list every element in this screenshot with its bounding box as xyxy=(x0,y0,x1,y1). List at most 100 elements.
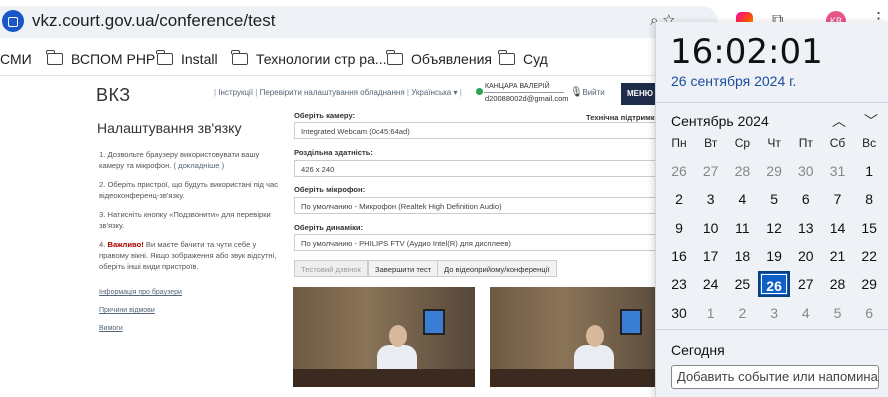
calendar-day[interactable]: 12 xyxy=(758,215,790,241)
link-refusal-reasons[interactable]: Причини відмови xyxy=(99,307,182,314)
calendar-day[interactable]: 14 xyxy=(822,215,854,241)
divider xyxy=(484,92,564,93)
calendar-day[interactable]: 5 xyxy=(822,300,854,326)
step-1: 1. Дозвольте браузеру використовувати ва… xyxy=(99,150,260,170)
top-nav: | Інструкції | Перевірити налаштування о… xyxy=(214,88,462,97)
calendar-day[interactable]: 15 xyxy=(853,215,885,241)
url-text[interactable]: vkz.court.gov.ua/conference/test xyxy=(32,11,275,31)
bookmark-0[interactable]: СМИ xyxy=(0,51,32,67)
weekday-label: Ср xyxy=(734,136,751,150)
calendar-day[interactable]: 9 xyxy=(663,215,695,241)
calendar-day[interactable]: 21 xyxy=(822,243,854,269)
calendar-day[interactable]: 3 xyxy=(695,186,727,212)
bookmark-3[interactable]: Технологии стр ра... xyxy=(231,50,387,67)
divider xyxy=(656,329,888,330)
calendar-day[interactable]: 4 xyxy=(790,300,822,326)
microphone-select[interactable]: По умолчанию - Микрофон (Realtek High De… xyxy=(294,197,662,214)
calendar-flyout: 16:02:01 26 сентября 2024 г. Сентябрь 20… xyxy=(655,22,888,397)
calendar-day[interactable]: 17 xyxy=(695,243,727,269)
calendar-day[interactable]: 7 xyxy=(822,186,854,212)
logout-wrap: | Вийти xyxy=(578,88,605,97)
resolution-label: Роздільна здатність: xyxy=(294,148,373,157)
add-event-input[interactable]: Добавить событие или напоминание xyxy=(671,365,879,389)
link-requirements[interactable]: Вимоги xyxy=(99,325,182,332)
calendar-day[interactable]: 30 xyxy=(663,300,695,326)
calendar-day[interactable]: 29 xyxy=(853,271,885,297)
instructions-list: 1. Дозвольте браузеру використовувати ва… xyxy=(99,149,279,280)
calendar-day[interactable]: 2 xyxy=(663,186,695,212)
calendar-day[interactable]: 24 xyxy=(695,271,727,297)
calendar-day[interactable]: 1 xyxy=(853,158,885,184)
weekday-label: Вс xyxy=(862,136,877,150)
calendar-day[interactable]: 8 xyxy=(853,186,885,212)
calendar-day[interactable]: 27 xyxy=(695,158,727,184)
calendar-day[interactable]: 5 xyxy=(758,186,790,212)
calendar-day[interactable]: 3 xyxy=(758,300,790,326)
bookmark-2[interactable]: Install xyxy=(156,50,218,67)
calendar-day[interactable]: 18 xyxy=(726,243,758,269)
date-long[interactable]: 26 сентября 2024 г. xyxy=(671,73,796,89)
calendar-day[interactable]: 26 xyxy=(663,158,695,184)
site-logo[interactable]: ВКЗ xyxy=(96,85,131,106)
local-video xyxy=(293,287,475,387)
bookmark-4[interactable]: Объявления xyxy=(386,50,492,67)
menu-button[interactable]: МЕНЮ xyxy=(621,83,659,105)
resolution-select[interactable]: 426 x 240 xyxy=(294,160,662,177)
calendar-day[interactable]: 6 xyxy=(853,300,885,326)
step-4: 4. Важливо! Ви маєте бачити та чути себе… xyxy=(99,240,277,271)
step-3: 3. Натисніть кнопку «Подзвонити» для пер… xyxy=(99,210,271,230)
calendar-day[interactable]: 29 xyxy=(758,158,790,184)
bookmark-1[interactable]: ВСПОМ PHP xyxy=(46,50,155,67)
calendar-day[interactable]: 27 xyxy=(790,271,822,297)
calendar-day[interactable]: 13 xyxy=(790,215,822,241)
to-reception-button[interactable]: До відеоприйому/конференції xyxy=(437,260,557,277)
user-name: КАНЦАРА ВАЛЕРІЙ xyxy=(485,83,550,90)
calendar-day[interactable]: 30 xyxy=(790,158,822,184)
calendar-day[interactable]: 1 xyxy=(695,300,727,326)
more-link[interactable]: докладніше xyxy=(178,161,219,170)
calendar-day[interactable]: 28 xyxy=(822,271,854,297)
test-call-button[interactable]: Тестовий дзвінок xyxy=(294,260,368,277)
folder-icon xyxy=(386,50,403,65)
calendar-day[interactable]: 31 xyxy=(822,158,854,184)
weekday-label: Чт xyxy=(767,136,781,150)
folder-icon xyxy=(231,50,248,65)
site-info-icon[interactable] xyxy=(2,10,24,32)
step-2: 2. Оберіть пристрої, що будуть використа… xyxy=(99,180,279,200)
today-title: Сегодня xyxy=(671,342,725,358)
calendar-day[interactable]: 25 xyxy=(726,271,758,297)
calendar-day[interactable]: 22 xyxy=(853,243,885,269)
calendar-day[interactable]: 19 xyxy=(758,243,790,269)
calendar-day[interactable]: 10 xyxy=(695,215,727,241)
month-label[interactable]: Сентябрь 2024 xyxy=(671,113,769,129)
logout-link[interactable]: Вийти xyxy=(582,88,604,97)
speakers-select[interactable]: По умолчанию - PHILIPS FTV (Аудио Intel(… xyxy=(294,234,662,251)
chevron-down-icon[interactable]: ﹀ xyxy=(864,111,878,131)
clock-time: 16:02:01 xyxy=(670,32,823,72)
folder-icon xyxy=(156,50,173,65)
link-browser-info[interactable]: Інформація про браузери xyxy=(99,289,182,296)
calendar-day[interactable]: 6 xyxy=(790,186,822,212)
end-test-button[interactable]: Завершити тест xyxy=(368,260,439,277)
calendar-day[interactable]: 20 xyxy=(790,243,822,269)
calendar-day[interactable]: 23 xyxy=(663,271,695,297)
bookmark-5[interactable]: Суд xyxy=(498,50,548,67)
remote-video xyxy=(490,287,672,387)
page-title: Налаштування зв'язку xyxy=(97,120,242,136)
calendar-day[interactable]: 16 xyxy=(663,243,695,269)
tech-support-link[interactable]: Технічна підтримк xyxy=(586,113,655,122)
camera-select[interactable]: Integrated Webcam (0c45:64ad) xyxy=(294,122,662,139)
nav-instructions[interactable]: Інструкції xyxy=(218,88,253,97)
side-links: Інформація про браузери Причини відмови … xyxy=(99,289,182,343)
calendar-day[interactable]: 28 xyxy=(726,158,758,184)
nav-check-equipment[interactable]: Перевірити налаштування обладнання xyxy=(260,88,405,97)
weekday-label: Вт xyxy=(704,136,718,150)
calendar-day[interactable]: 26 xyxy=(758,271,791,298)
calendar-day[interactable]: 2 xyxy=(726,300,758,326)
folder-icon xyxy=(46,50,63,65)
nav-language[interactable]: Українська xyxy=(411,88,451,97)
calendar-day[interactable]: 4 xyxy=(726,186,758,212)
chevron-up-icon[interactable]: ︿ xyxy=(832,111,846,131)
calendar-day[interactable]: 11 xyxy=(726,215,758,241)
folder-icon xyxy=(498,50,515,65)
